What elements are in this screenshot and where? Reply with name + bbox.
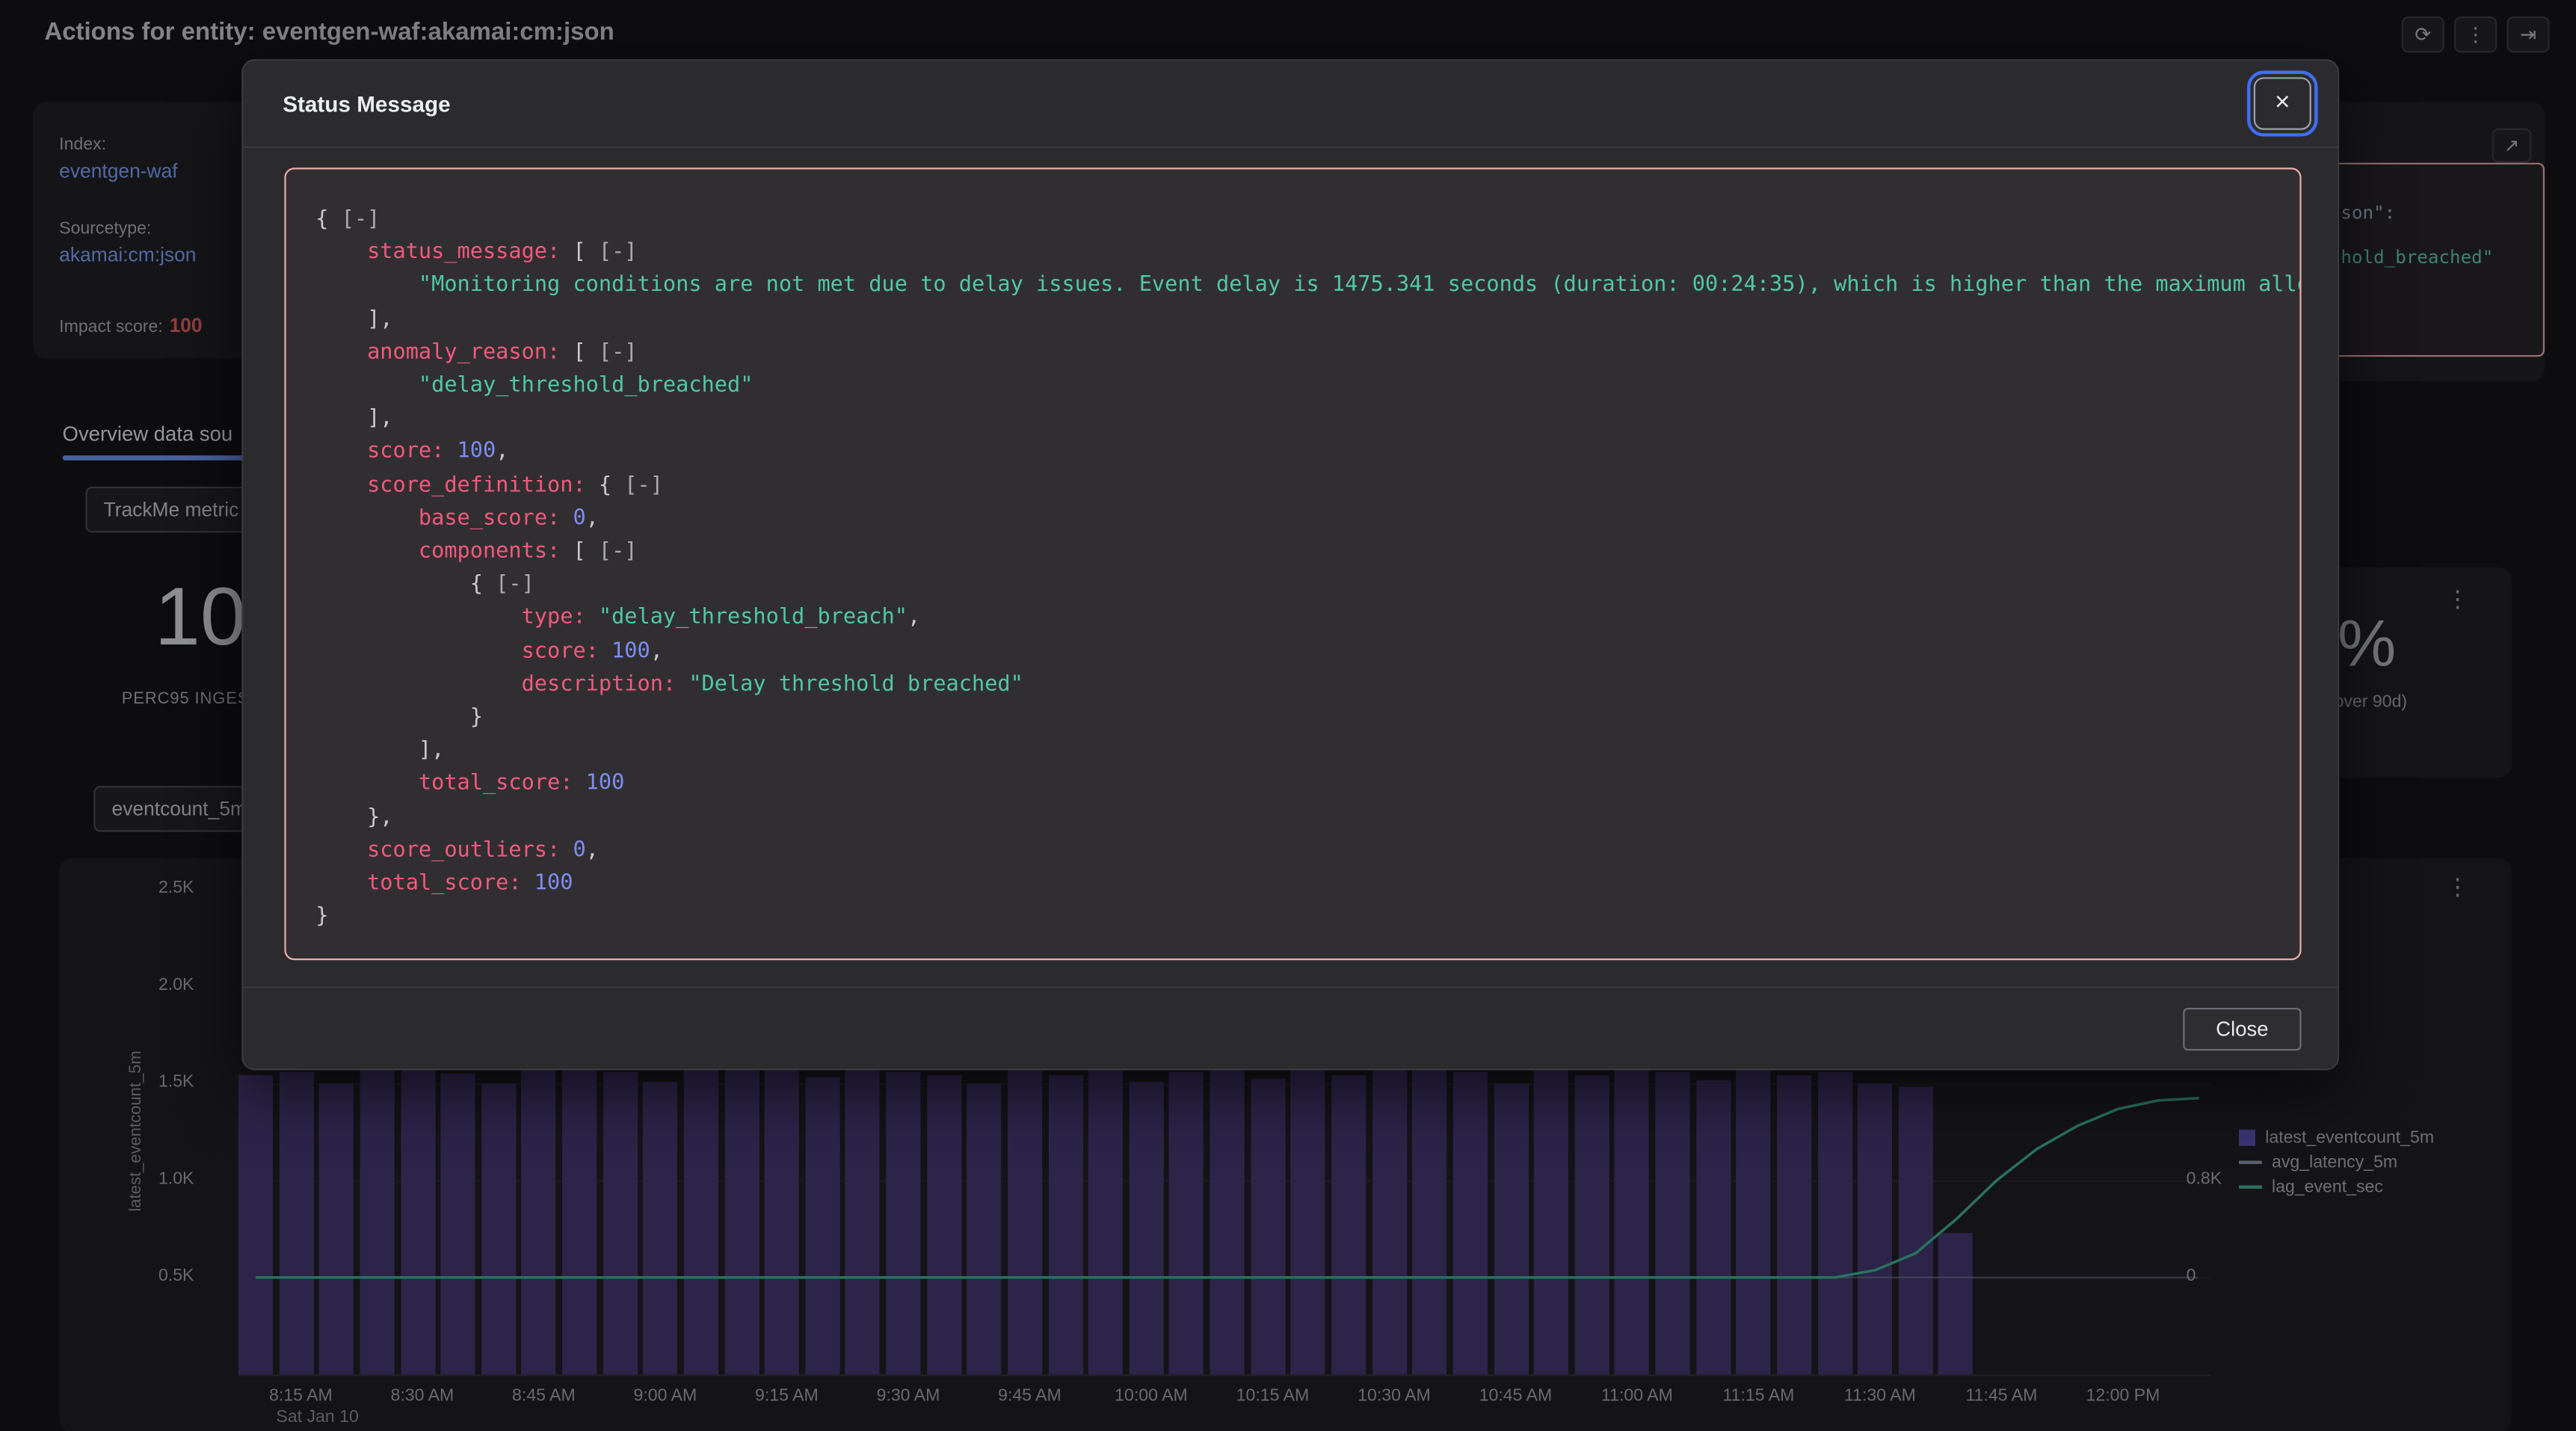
json-line: } [315, 702, 2299, 735]
json-token: status_message: [367, 241, 560, 265]
json-line: ], [315, 304, 2299, 336]
json-token: [ [560, 340, 599, 365]
json-token: "delay_threshold_breach" [586, 606, 908, 630]
json-token: "Delay threshold breached" [676, 672, 1023, 697]
collapse-toggle[interactable]: [-] [599, 340, 638, 365]
json-token: total_score: [367, 872, 522, 896]
json-token: , [650, 639, 663, 664]
collapse-toggle[interactable]: [-] [496, 573, 534, 597]
json-line: total_score: 100 [315, 868, 2299, 901]
modal-body: { [-] status_message: [ [-] "Monitoring … [243, 148, 2338, 986]
json-line: ], [315, 403, 2299, 436]
modal-close-button[interactable]: × [2254, 77, 2311, 129]
json-line: anomaly_reason: [ [-] [315, 336, 2299, 369]
json-token: , [496, 440, 508, 464]
json-line: total_score: 100 [315, 769, 2299, 801]
modal-title: Status Message [283, 91, 450, 116]
json-token: } [470, 705, 483, 730]
json-line: base_score: 0, [315, 503, 2299, 536]
modal-header: Status Message × [243, 61, 2338, 148]
json-token: 100 [522, 872, 573, 896]
json-line: score: 100, [315, 437, 2299, 470]
json-token: { [586, 473, 625, 497]
json-token: ], [367, 407, 392, 431]
status-message-modal: Status Message × { [-] status_message: [… [241, 59, 2339, 1070]
modal-footer: Close [243, 986, 2338, 1068]
json-token: score_definition: [367, 473, 586, 497]
json-token: , [586, 838, 599, 863]
json-token: ], [419, 739, 444, 763]
json-token: "Monitoring conditions are not met due t… [419, 274, 2302, 298]
json-token: description: [522, 672, 677, 697]
json-token: score: [522, 639, 599, 664]
json-line: ], [315, 736, 2299, 769]
json-token: }, [367, 805, 392, 830]
json-line: } [315, 902, 2299, 935]
json-line: description: "Delay threshold breached" [315, 669, 2299, 702]
json-line: { [-] [315, 569, 2299, 602]
json-token: ], [367, 307, 392, 331]
json-line: type: "delay_threshold_breach", [315, 603, 2299, 636]
json-token: "delay_threshold_breached" [419, 373, 753, 398]
json-line: "delay_threshold_breached" [315, 370, 2299, 403]
json-token: 100 [573, 772, 624, 796]
collapse-toggle[interactable]: [-] [342, 207, 380, 232]
json-line: status_message: [ [-] [315, 237, 2299, 270]
json-token: score_outliers: [367, 838, 560, 863]
json-token: { [470, 573, 496, 597]
close-button[interactable]: Close [2183, 1007, 2301, 1050]
json-token: 100 [599, 639, 650, 664]
json-line: }, [315, 801, 2299, 834]
json-token: type: [522, 606, 586, 630]
json-viewer: { [-] status_message: [ [-] "Monitoring … [284, 167, 2301, 960]
collapse-toggle[interactable]: [-] [624, 473, 663, 497]
json-token: 100 [444, 440, 496, 464]
json-line: score_definition: { [-] [315, 470, 2299, 502]
json-token: base_score: [419, 506, 560, 531]
json-token: } [315, 905, 328, 929]
json-token: [ [560, 241, 599, 265]
collapse-toggle[interactable]: [-] [599, 539, 638, 564]
json-token: components: [419, 539, 560, 564]
close-icon: × [2275, 89, 2290, 119]
json-token: [ [560, 539, 599, 564]
json-line: score_outliers: 0, [315, 835, 2299, 868]
collapse-toggle[interactable]: [-] [599, 241, 638, 265]
json-token: 0 [560, 506, 585, 531]
json-line: "Monitoring conditions are not met due t… [315, 271, 2299, 304]
json-token: anomaly_reason: [367, 340, 560, 365]
json-token: { [315, 207, 341, 232]
json-token: total_score: [419, 772, 573, 796]
json-token: , [908, 606, 920, 630]
json-token: 0 [560, 838, 585, 863]
json-line: score: 100, [315, 636, 2299, 668]
json-line: components: [ [-] [315, 536, 2299, 569]
json-line: { [-] [315, 204, 2299, 237]
json-token: , [586, 506, 599, 531]
json-token: score: [367, 440, 444, 464]
app-root: Actions for entity: eventgen-waf:akamai:… [0, 0, 2576, 1431]
